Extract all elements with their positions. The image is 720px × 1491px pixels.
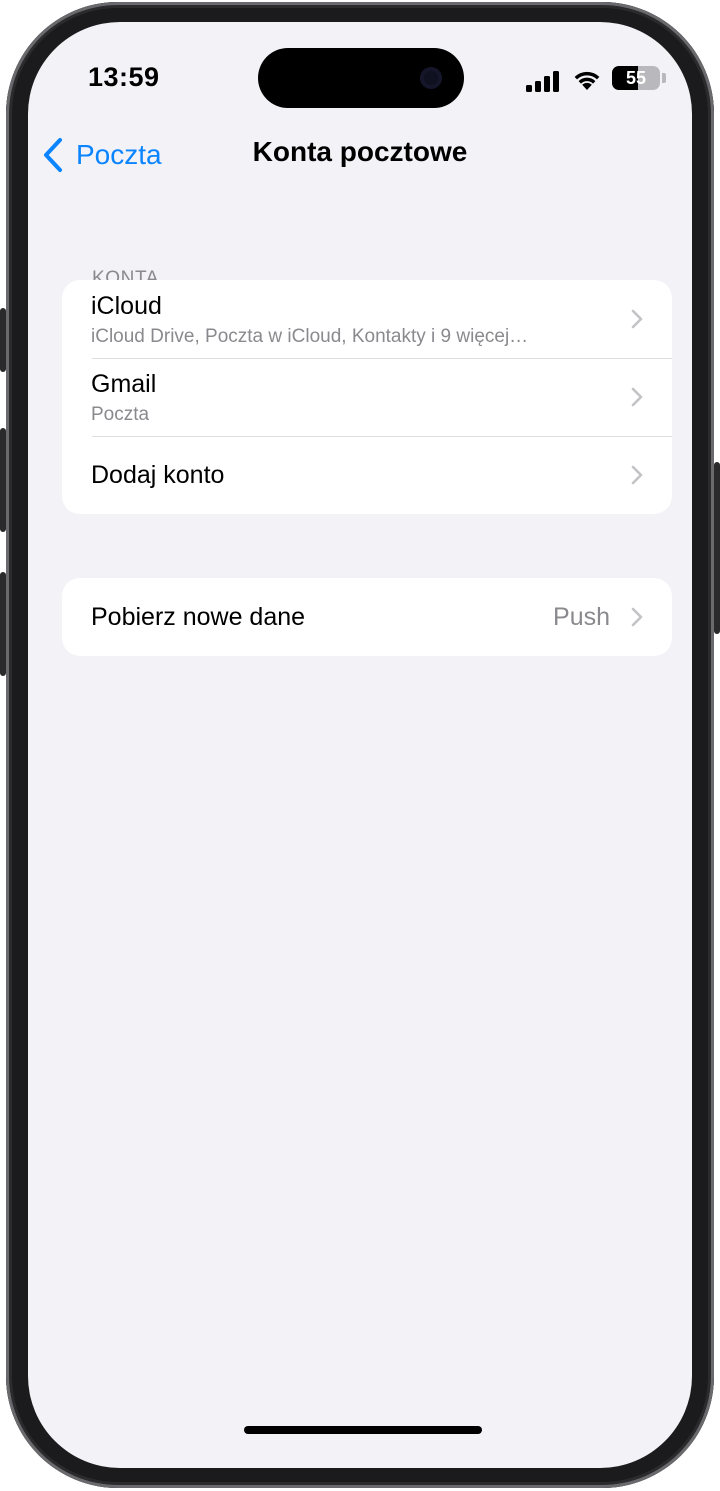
page-title: Konta pocztowe (252, 136, 468, 167)
screen: 13:59 55 Poczta Konta pocztowe KONTA iCl… (28, 22, 692, 1468)
account-title: iCloud (91, 292, 162, 320)
cellular-signal-icon (526, 70, 560, 92)
side-button (714, 462, 720, 634)
battery-cap (662, 73, 666, 83)
add-account-row[interactable]: Dodaj konto (62, 436, 672, 514)
accounts-list: iCloud iCloud Drive, Poczta w iCloud, Ko… (62, 280, 672, 514)
fetch-new-data-value: Push (553, 603, 610, 631)
account-subtitle: iCloud Drive, Poczta w iCloud, Kontakty … (91, 326, 529, 347)
chevron-right-icon (631, 309, 643, 329)
chevron-right-icon (631, 387, 643, 407)
home-indicator[interactable] (244, 1426, 482, 1434)
fetch-new-data-label: Pobierz nowe dane (91, 603, 306, 631)
fetch-settings-list: Pobierz nowe dane Push (62, 578, 672, 656)
device: 13:59 55 Poczta Konta pocztowe KONTA iCl… (0, 0, 720, 1491)
fetch-new-data-row[interactable]: Pobierz nowe dane Push (62, 578, 672, 656)
phone-frame: 13:59 55 Poczta Konta pocztowe KONTA iCl… (6, 2, 714, 1488)
add-account-label: Dodaj konto (91, 461, 225, 489)
chevron-right-icon (631, 465, 643, 485)
account-row-icloud[interactable]: iCloud iCloud Drive, Poczta w iCloud, Ko… (62, 280, 672, 358)
chevron-right-icon (631, 607, 643, 627)
account-subtitle: Poczta (91, 404, 150, 425)
dynamic-island (258, 48, 464, 108)
wifi-icon (574, 71, 600, 90)
status-time: 13:59 (88, 62, 160, 92)
camera-icon (420, 67, 442, 89)
battery-percentage: 55 (625, 68, 647, 88)
battery-icon: 55 (612, 66, 660, 90)
account-title: Gmail (91, 370, 157, 398)
account-row-gmail[interactable]: Gmail Poczta (62, 358, 672, 436)
